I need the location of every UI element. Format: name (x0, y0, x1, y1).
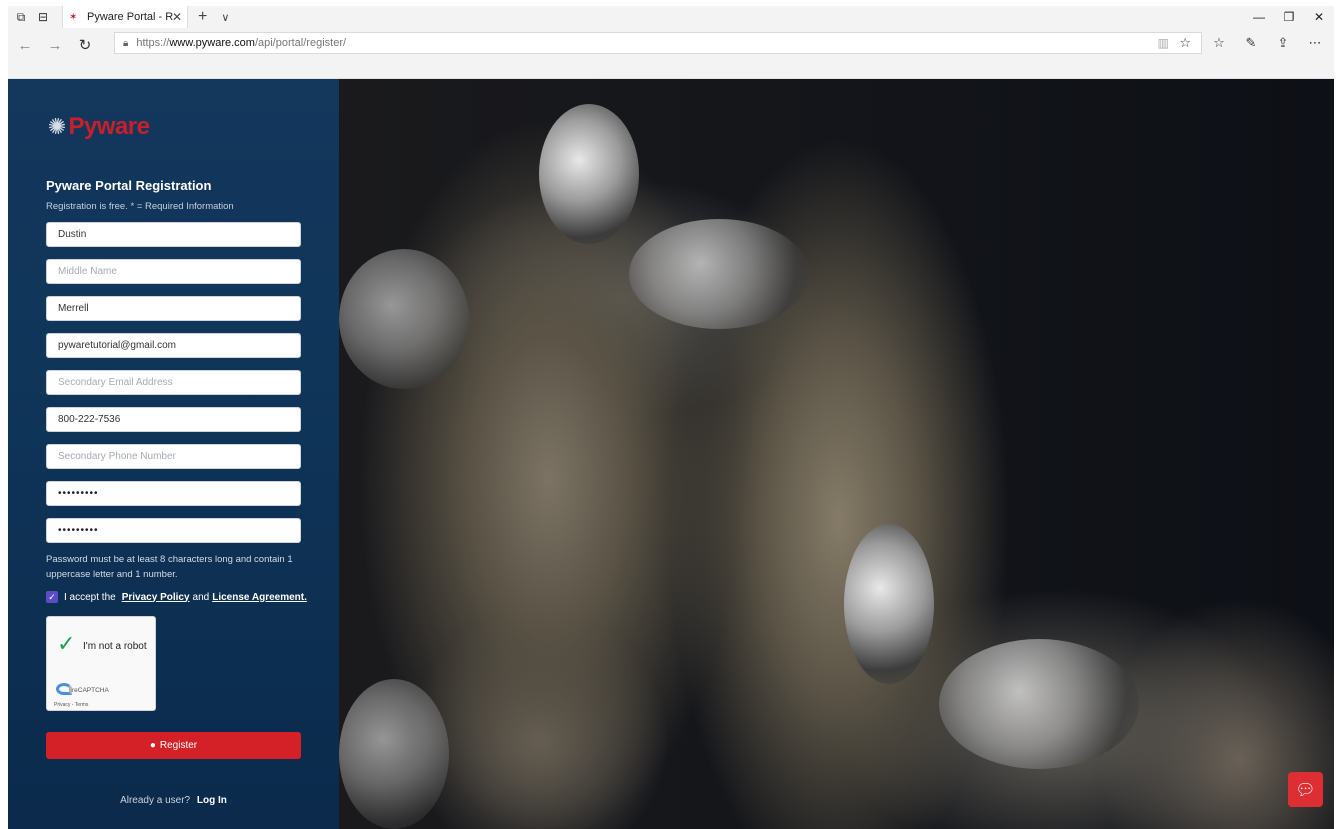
chat-bubbles-icon: 💬︎ (1295, 781, 1316, 799)
url-host: www.pyware.com (169, 37, 255, 49)
navigation-bar: ← → ↻ 🔒︎ https:// www.pyware.com /api/po… (8, 28, 1334, 62)
lock-icon: 🔒︎ (123, 37, 129, 49)
horn-body-decoration (939, 639, 1139, 769)
tab-close-icon[interactable]: ✕ (172, 10, 182, 24)
secondary-phone-field[interactable] (46, 444, 301, 469)
forward-arrow-icon[interactable]: → (42, 32, 68, 58)
password-field[interactable] (46, 481, 301, 506)
url-path: /api/portal/register/ (254, 37, 347, 49)
tab-list-chevron-icon[interactable]: ∨ (221, 11, 229, 24)
recaptcha-brand: reCAPTCHA (72, 687, 109, 694)
tab-strip: ⧉ ⊟ ✶ Pyware Portal - Register ✕ + ∨ — ❐… (8, 6, 1334, 28)
login-prompt: Already a user? (120, 795, 191, 806)
favorites-hub-icon[interactable]: ☆ (1210, 32, 1228, 54)
register-button[interactable]: ● Register (46, 732, 301, 759)
horn-bell-decoration (844, 524, 934, 684)
login-prompt-row: Already a user? Log In (8, 795, 339, 806)
license-agreement-link[interactable]: License Agreement. (212, 592, 307, 603)
accept-and: and (192, 591, 210, 603)
password-requirements: Password must be at least 8 characters l… (46, 554, 293, 580)
chat-widget-button[interactable]: 💬︎ (1288, 772, 1323, 807)
address-bar[interactable]: 🔒︎ https:// www.pyware.com /api/portal/r… (114, 32, 1202, 54)
confirm-password-field[interactable] (46, 518, 301, 543)
page-content: ✺ Pyware Pyware Portal Registration Regi… (8, 79, 1334, 829)
pyware-logo[interactable]: ✺ Pyware (45, 111, 150, 143)
first-name-field[interactable] (46, 222, 301, 247)
browser-chrome: ⧉ ⊟ ✶ Pyware Portal - Register ✕ + ∨ — ❐… (8, 6, 1334, 79)
set-tabs-aside-icon[interactable]: ⊟ (34, 8, 52, 26)
middle-name-field[interactable] (46, 259, 301, 284)
restore-button[interactable]: ❐ (1274, 6, 1304, 28)
browser-tab[interactable]: ✶ Pyware Portal - Register ✕ (62, 6, 188, 28)
recaptcha-checkmark-icon[interactable]: ✓ (57, 631, 75, 657)
star-icon[interactable]: ☆ (1179, 35, 1191, 51)
recaptcha-widget: ✓ I'm not a robot reCAPTCHA Privacy - Te… (46, 616, 156, 711)
phone-field[interactable] (46, 407, 301, 432)
horn-body-decoration (629, 219, 809, 329)
horn-bell-decoration (539, 104, 639, 244)
back-arrow-icon[interactable]: ← (12, 32, 38, 58)
window-controls: — ❐ ✕ (1244, 6, 1334, 28)
url-prefix: https:// (136, 37, 170, 49)
accept-prefix: I accept the (64, 591, 116, 603)
pen-icon[interactable]: ✎ (1242, 32, 1260, 54)
page-subtitle: Registration is free. * = Required Infor… (46, 201, 234, 212)
minimize-button[interactable]: — (1244, 6, 1274, 28)
user-circle-icon: ● (149, 740, 156, 751)
reading-view-icon[interactable]: ▥ (1158, 36, 1169, 50)
login-link[interactable]: Log In (197, 795, 227, 806)
share-icon[interactable]: ⇪ (1274, 32, 1292, 54)
recaptcha-label: I'm not a robot (83, 641, 147, 652)
tab-title: Pyware Portal - Register (87, 11, 173, 23)
horn-body-decoration (339, 249, 469, 389)
pyware-favicon-icon: ✶ (69, 11, 78, 23)
secondary-email-field[interactable] (46, 370, 301, 395)
recaptcha-terms-link[interactable]: Privacy - Terms (54, 702, 88, 708)
hero-photo (339, 79, 1334, 829)
horn-body-decoration (339, 679, 449, 829)
email-field[interactable] (46, 333, 301, 358)
last-name-field[interactable] (46, 296, 301, 321)
register-label: Register (159, 740, 198, 751)
more-icon[interactable]: ⋯ (1306, 32, 1324, 54)
browser-toolbar: ☆ ✎ ⇪ ⋯ (1210, 32, 1324, 54)
page-title: Pyware Portal Registration (46, 178, 212, 193)
accept-terms-checkbox[interactable]: ✓ (46, 591, 58, 603)
close-window-button[interactable]: ✕ (1304, 6, 1334, 28)
new-tab-icon[interactable]: + (198, 8, 207, 26)
registration-panel: ✺ Pyware Pyware Portal Registration Regi… (8, 79, 339, 829)
refresh-icon[interactable]: ↻ (72, 32, 98, 58)
tab-actions-icon[interactable]: ⧉ (12, 8, 30, 26)
privacy-policy-link[interactable]: Privacy Policy (122, 592, 190, 603)
accept-terms-row: ✓ I accept the Privacy Policy and Licens… (46, 591, 307, 603)
pyware-logo-mark-icon: ✺ (45, 112, 69, 141)
recaptcha-logo-icon (56, 683, 72, 695)
logo-text: Pyware (68, 113, 150, 140)
